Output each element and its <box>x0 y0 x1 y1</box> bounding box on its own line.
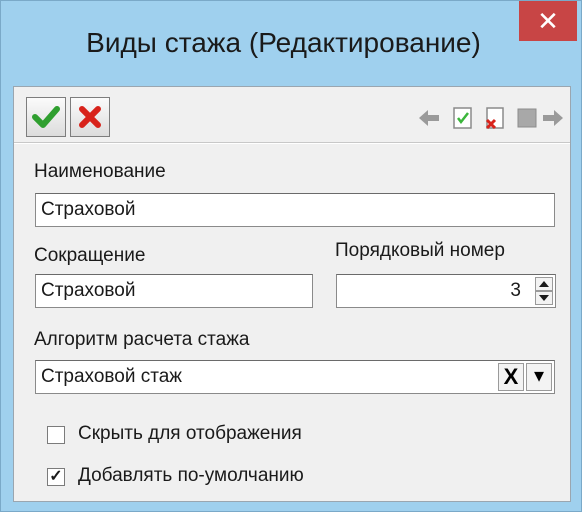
hide-label: Скрыть для отображения <box>78 423 302 444</box>
algo-value: Страховой стаж <box>41 366 183 387</box>
cancel-button[interactable] <box>70 97 110 137</box>
hide-checkbox[interactable] <box>47 426 65 444</box>
clear-button[interactable]: X <box>498 363 524 391</box>
dropdown-arrow-icon[interactable]: ▾ <box>526 363 552 391</box>
default-label: Добавлять по-умолчанию <box>78 465 304 486</box>
abbr-value: Страховой <box>41 280 136 301</box>
dialog-body: Наименование Страховой Сокращение Страхо… <box>13 86 571 502</box>
toolbar <box>14 87 570 139</box>
spin-arrows-icon[interactable] <box>535 277 553 305</box>
algo-combobox[interactable]: Страховой стаж X ▾ <box>35 360 555 394</box>
order-value: 3 <box>510 280 521 301</box>
name-label: Наименование <box>34 161 166 182</box>
abbr-field[interactable]: Страховой <box>35 274 313 308</box>
check-icon <box>32 106 60 128</box>
default-checkbox[interactable]: ✓ <box>47 468 65 486</box>
close-button[interactable]: ✕ <box>519 1 577 41</box>
square-icon[interactable] <box>514 105 540 131</box>
arrow-right-icon[interactable] <box>540 105 566 131</box>
edit-dialog: Виды стажа (Редактирование) ✕ Наименован… <box>0 0 582 512</box>
delete-doc-icon[interactable] <box>482 105 508 131</box>
name-field[interactable]: Страховой <box>35 193 555 227</box>
title-bar: Виды стажа (Редактирование) ✕ <box>1 1 581 81</box>
arrow-left-icon[interactable] <box>416 105 442 131</box>
name-value: Страховой <box>41 199 136 220</box>
abbr-label: Сокращение <box>34 245 146 266</box>
check-doc-icon[interactable] <box>450 105 476 131</box>
cross-icon <box>79 106 101 128</box>
order-label: Порядковый номер <box>335 240 505 261</box>
toolbar-divider <box>14 142 570 144</box>
save-button[interactable] <box>26 97 66 137</box>
algo-label: Алгоритм расчета стажа <box>34 329 250 350</box>
order-spinbox[interactable]: 3 <box>336 274 556 308</box>
window-title: Виды стажа (Редактирование) <box>86 27 481 58</box>
